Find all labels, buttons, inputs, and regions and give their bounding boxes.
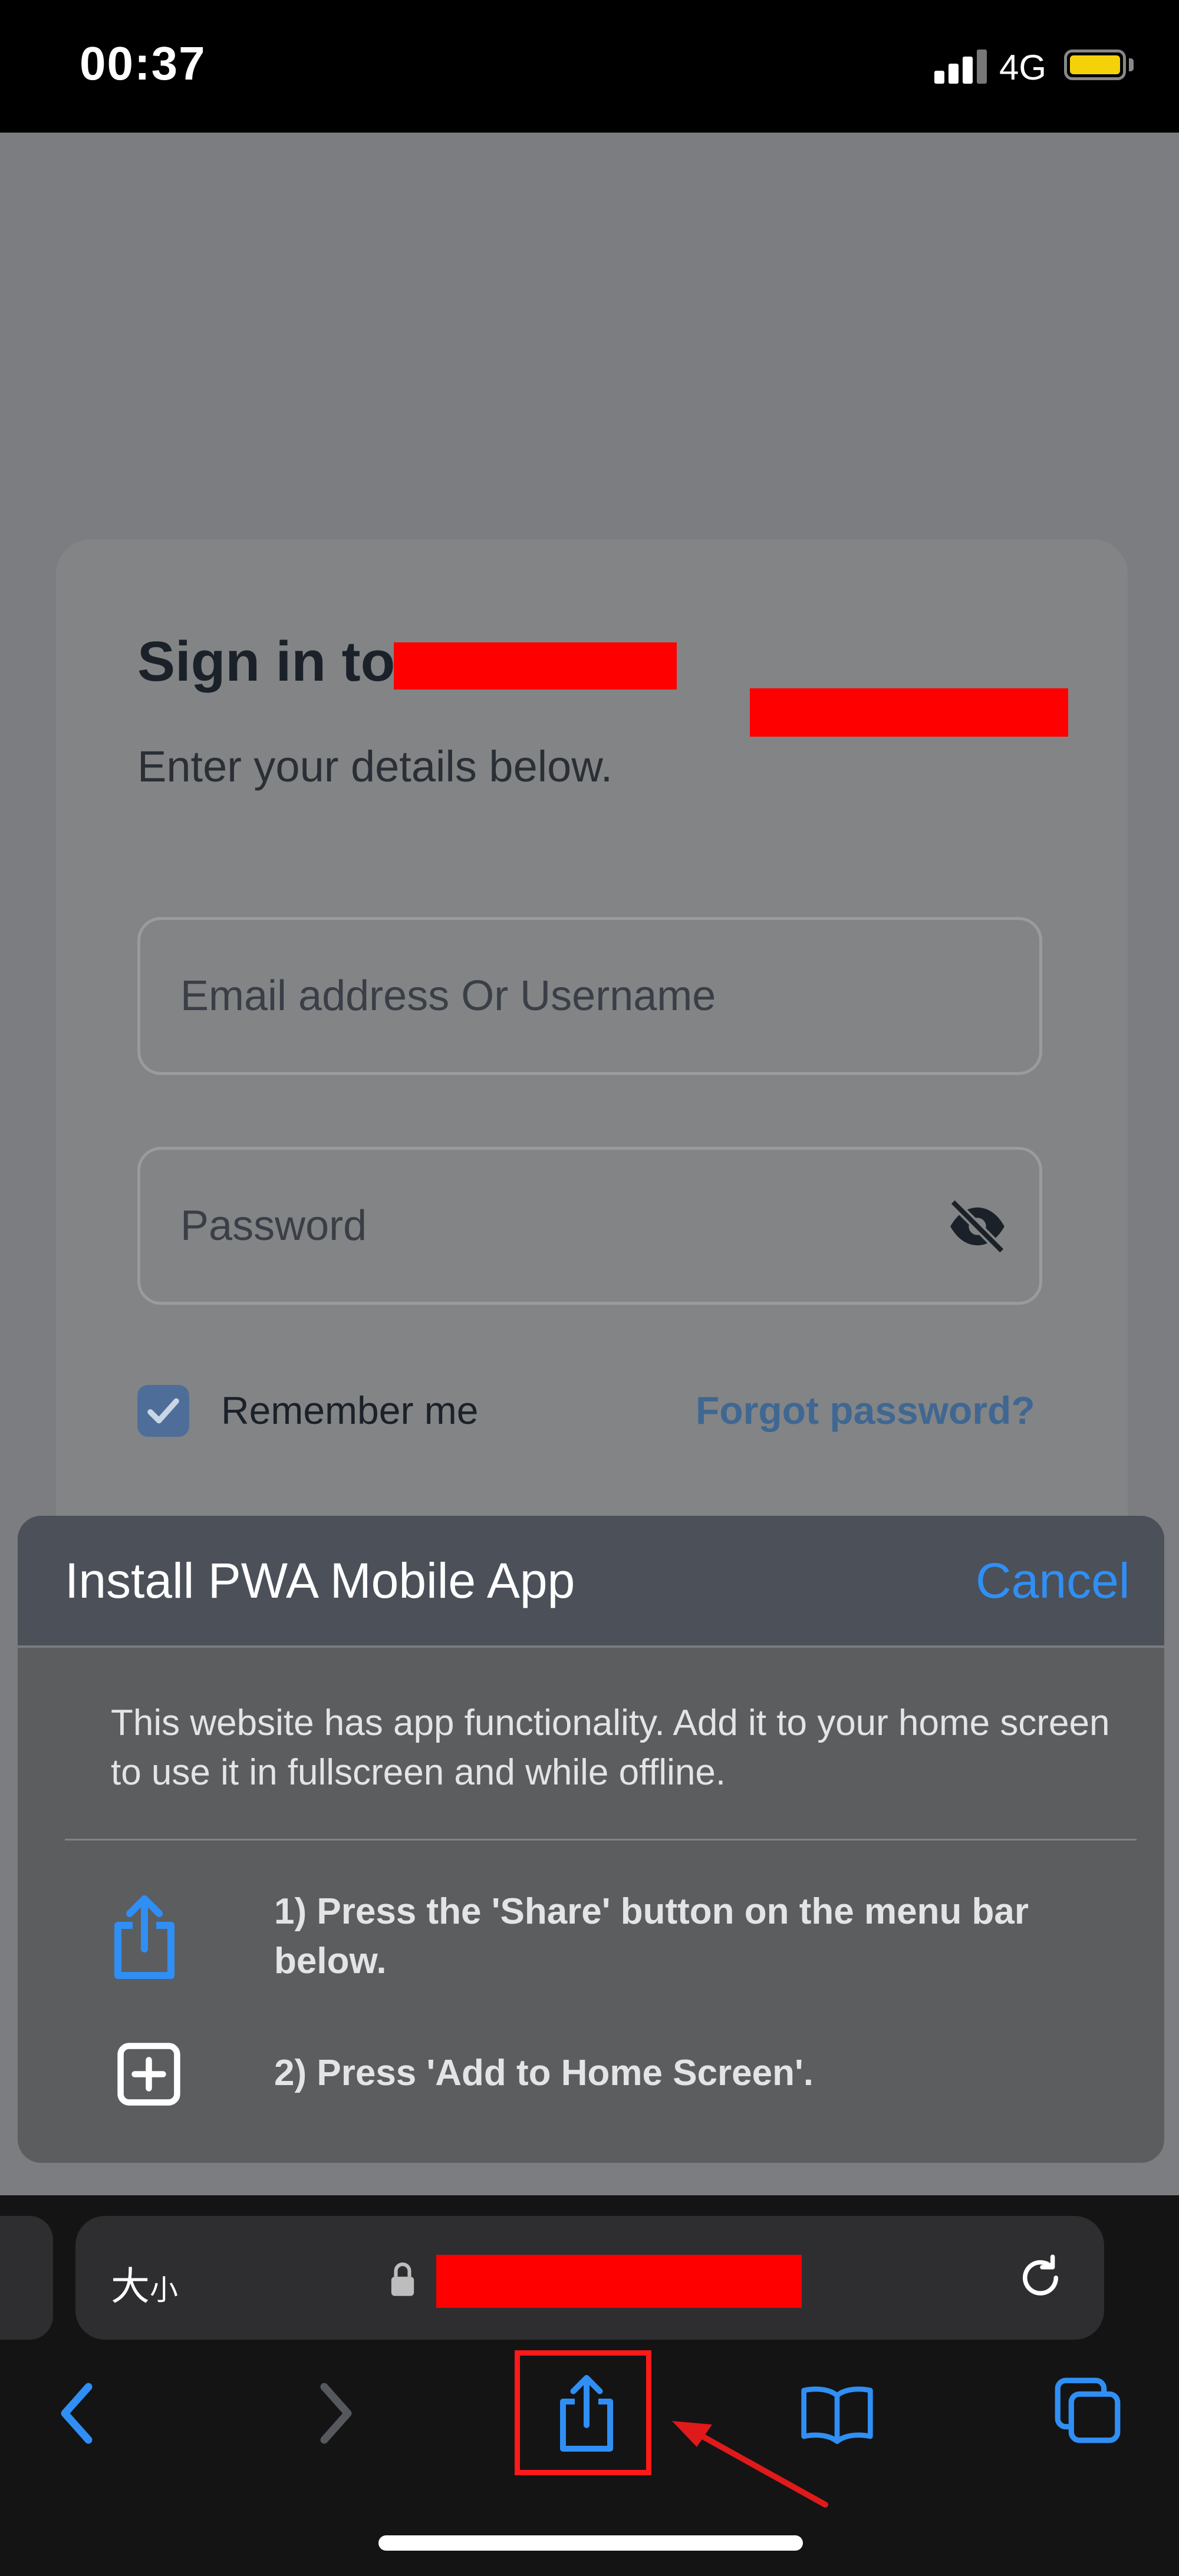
email-field[interactable]: Email address Or Username xyxy=(137,917,1042,1075)
page-subtitle: Enter your details below. xyxy=(137,742,613,791)
email-placeholder: Email address Or Username xyxy=(180,972,716,1020)
tabs-icon[interactable] xyxy=(1052,2375,1123,2446)
status-time: 00:37 xyxy=(80,37,206,90)
step-1-text: 1) Press the 'Share' button on the menu … xyxy=(274,1891,1029,1981)
battery-tip xyxy=(1129,58,1134,71)
cellular-signal-icon xyxy=(934,50,987,84)
remember-label[interactable]: Remember me xyxy=(221,1388,478,1433)
battery-icon xyxy=(1064,50,1126,80)
remember-checkbox[interactable] xyxy=(137,1385,189,1437)
forward-icon xyxy=(320,2383,352,2444)
share-icon xyxy=(114,1895,174,1979)
text-size-button[interactable]: 大小 xyxy=(111,2255,178,2311)
text-size-large: 大 xyxy=(111,2264,150,2308)
page-title: Sign in to xyxy=(137,630,396,693)
password-placeholder: Password xyxy=(180,1202,367,1249)
eye-off-icon[interactable] xyxy=(945,1194,1010,1259)
cancel-button[interactable]: Cancel xyxy=(976,1552,1129,1609)
step-2-text: 2) Press 'Add to Home Screen'. xyxy=(274,2053,814,2093)
divider xyxy=(65,1839,1137,1841)
checkmark-icon xyxy=(147,1398,179,1424)
back-icon[interactable] xyxy=(56,2381,97,2446)
home-indicator xyxy=(378,2535,803,2551)
reload-icon[interactable] xyxy=(1014,2251,1067,2304)
forgot-password-link[interactable]: Forgot password? xyxy=(696,1388,1035,1433)
sheet-description: This website has app functionality. Add … xyxy=(111,1703,1110,1793)
sheet-title: Install PWA Mobile App xyxy=(65,1553,575,1608)
redaction-mark xyxy=(394,642,677,690)
redaction-mark xyxy=(436,2255,802,2308)
divider xyxy=(18,1645,1164,1648)
share-highlight-box xyxy=(515,2350,651,2475)
network-type: 4G xyxy=(999,48,1047,87)
lock-icon xyxy=(391,2262,414,2296)
password-field[interactable]: Password xyxy=(137,1147,1042,1305)
text-size-small: 小 xyxy=(150,2275,179,2306)
redaction-mark xyxy=(750,688,1068,737)
pwa-install-sheet: Install PWA Mobile App Cancel This websi… xyxy=(18,1516,1164,2163)
add-square-icon xyxy=(117,2043,180,2106)
previous-tab-preview[interactable] xyxy=(0,2216,53,2340)
bookmarks-icon[interactable] xyxy=(799,2381,875,2446)
